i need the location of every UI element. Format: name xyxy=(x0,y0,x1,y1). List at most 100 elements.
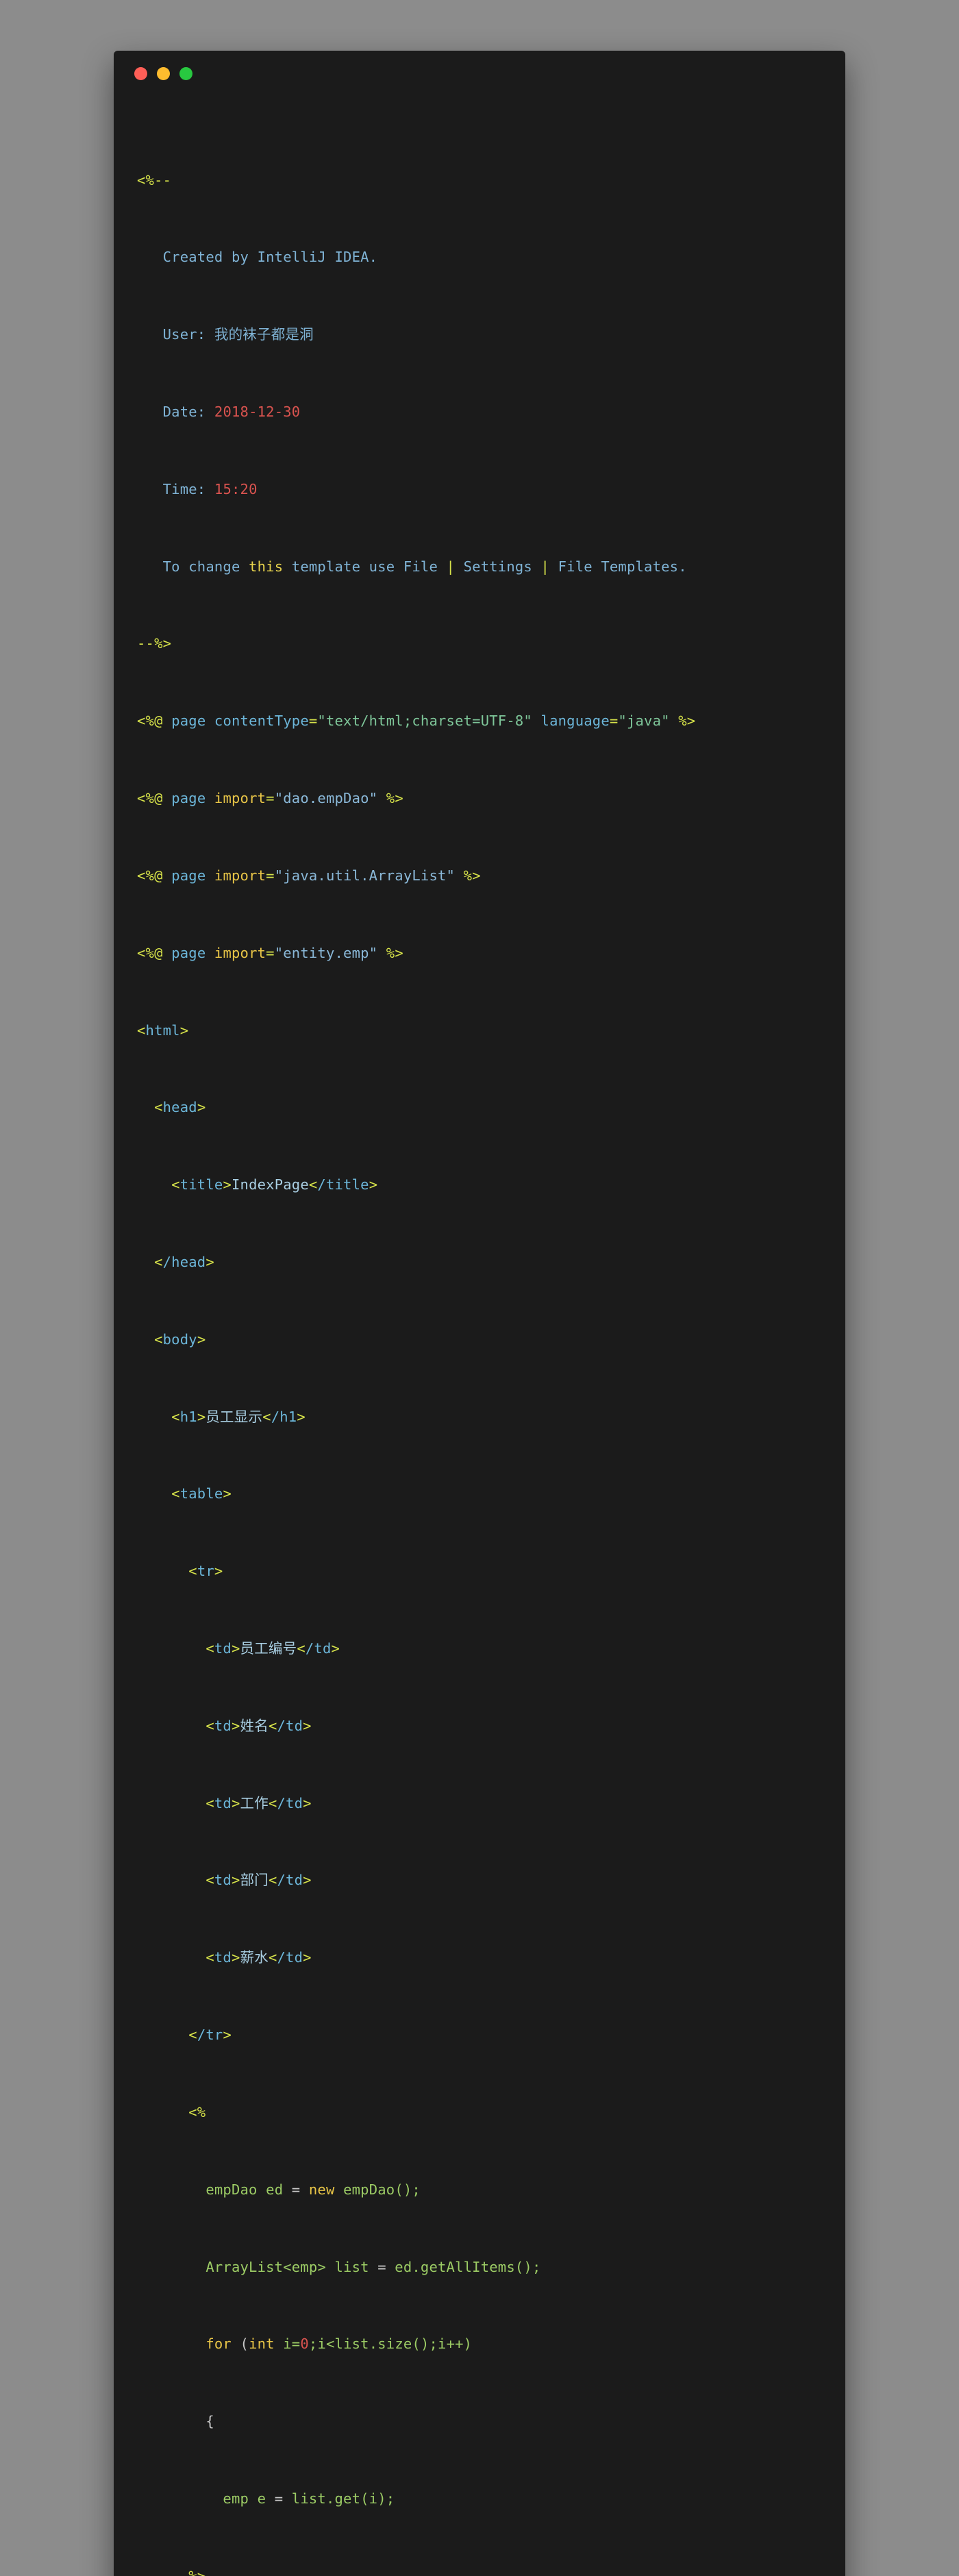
attr-language: language xyxy=(540,713,610,730)
directive-page-2: page xyxy=(171,790,206,807)
java-call-getallitems: ed.getAllItems(); xyxy=(395,2258,541,2275)
java-var-e: e xyxy=(257,2490,266,2507)
tag-html-open: html xyxy=(145,1021,180,1039)
h1-text: 员工显示 xyxy=(206,1408,263,1425)
code-line: User: 我的袜子都是洞 xyxy=(137,325,845,344)
directive-open-2: <%@ xyxy=(137,790,163,807)
java-type-empdao: empDao xyxy=(206,2181,258,2198)
code-line: <html> xyxy=(137,1021,189,1039)
page-root: <%-- Created by IntelliJ IDEA. User: 我的袜… xyxy=(0,0,959,2576)
tag-td-open: td xyxy=(214,1949,232,1966)
code-line: for (int i=0;i<list.size();i++) xyxy=(206,2336,473,2353)
code-line: <table> xyxy=(171,1485,232,1502)
comment-footer-b: template use File xyxy=(283,558,447,575)
code-line: emp e = list.get(i); xyxy=(223,2490,395,2507)
attr-contenttype: contentType xyxy=(214,713,309,730)
jsp-comment-close: --%> xyxy=(137,635,172,652)
attr-contenttype-value: "text/html;charset=UTF-8" xyxy=(317,713,532,730)
tag-td-open: td xyxy=(214,1640,232,1657)
code-line: </head> xyxy=(154,1253,214,1270)
header-cell-1: 姓名 xyxy=(240,1717,269,1734)
directive-open-3: <%@ xyxy=(137,867,163,884)
code-line: <head> xyxy=(154,1099,206,1116)
attr-import-1: import xyxy=(214,790,266,807)
tag-td-close: /td xyxy=(305,1640,332,1657)
tag-td-open: td xyxy=(214,1717,232,1734)
minimize-icon[interactable] xyxy=(157,66,170,80)
java-type-emp: emp xyxy=(223,2490,249,2507)
directive-page-3: page xyxy=(171,867,206,884)
code-line: <% xyxy=(137,2103,845,2122)
tag-h1-close: /h1 xyxy=(271,1408,297,1425)
java-for-i: i= xyxy=(283,2336,301,2353)
code-line: <%@ page import="dao.empDao" %> xyxy=(137,790,403,807)
code-line: <tr> xyxy=(188,1563,223,1580)
comment-footer-c: Settings xyxy=(455,558,541,575)
code-line: Created by IntelliJ IDEA. xyxy=(137,247,845,267)
directive-close-4: %> xyxy=(386,944,403,961)
tag-table-open: table xyxy=(179,1485,223,1502)
tag-td-close: /td xyxy=(277,1872,303,1889)
code-line: <%@ page import="entity.emp" %> xyxy=(137,944,403,961)
code-editor[interactable]: <%-- Created by IntelliJ IDEA. User: 我的袜… xyxy=(114,96,845,2576)
tag-head-open: head xyxy=(162,1099,197,1116)
table-header-cell: <td>薪水</td> xyxy=(206,1949,312,1966)
jsp-comment-open: <%-- xyxy=(137,171,172,188)
table-header-cell: <td>工作</td> xyxy=(206,1794,312,1811)
tag-title-open: title xyxy=(179,1176,223,1193)
maximize-icon[interactable] xyxy=(179,66,192,80)
code-line: ArrayList<emp> list = ed.getAllItems(); xyxy=(206,2258,541,2275)
java-var-list: list xyxy=(334,2258,369,2275)
window-titlebar xyxy=(114,51,845,96)
import-value-1: "dao.empDao" xyxy=(274,790,378,807)
directive-close-3: %> xyxy=(463,867,481,884)
comment-pipe-2: | xyxy=(540,558,550,575)
java-keyword-int: int xyxy=(249,2336,275,2353)
header-cell-4: 薪水 xyxy=(240,1949,269,1966)
code-line: </tr> xyxy=(188,2027,232,2044)
comment-date-value: 2018-12-30 xyxy=(214,404,301,421)
directive-open-1: <%@ xyxy=(137,713,163,730)
tag-tr-open-1: tr xyxy=(197,1563,214,1580)
scriptlet-open-1: <% xyxy=(188,2103,206,2120)
attr-import-3: import xyxy=(214,944,266,961)
title-text: IndexPage xyxy=(231,1176,309,1193)
code-line: <title>IndexPage</title> xyxy=(171,1176,378,1193)
comment-time-label: Time: xyxy=(162,480,206,497)
code-line: To change this template use File | Setti… xyxy=(137,557,845,576)
code-line: Date: 2018-12-30 xyxy=(137,402,845,421)
directive-page-1: page xyxy=(171,713,206,730)
tag-title-close: /title xyxy=(317,1176,369,1193)
code-line: --%> xyxy=(137,634,845,653)
scriptlet-close-1: %> xyxy=(188,2567,206,2576)
tag-td-close: /td xyxy=(277,1717,303,1734)
comment-footer-d: File Templates. xyxy=(549,558,687,575)
table-header-cell: <td>姓名</td> xyxy=(206,1717,312,1734)
code-window: <%-- Created by IntelliJ IDEA. User: 我的袜… xyxy=(114,51,845,2576)
attr-import-2: import xyxy=(214,867,266,884)
header-cell-3: 部门 xyxy=(240,1872,269,1889)
import-value-3: "entity.emp" xyxy=(274,944,378,961)
java-keyword-new: new xyxy=(308,2181,335,2198)
tag-td-close: /td xyxy=(277,1794,303,1811)
close-icon[interactable] xyxy=(134,66,147,80)
directive-open-4: <%@ xyxy=(137,944,163,961)
tag-td-close: /td xyxy=(277,1949,303,1966)
java-keyword-for: for xyxy=(206,2336,232,2353)
code-line: empDao ed = new empDao(); xyxy=(206,2181,421,2198)
comment-date-label: Date: xyxy=(162,404,206,421)
comment-keyword-this: this xyxy=(249,558,284,575)
attr-language-value: "java" xyxy=(618,713,670,730)
code-line: <%-- xyxy=(137,171,845,190)
table-header-cell: <td>员工编号</td> xyxy=(206,1640,340,1657)
header-cell-2: 工作 xyxy=(240,1794,269,1811)
code-line: <h1>员工显示</h1> xyxy=(171,1408,306,1425)
comment-pipe-1: | xyxy=(446,558,456,575)
comment-time-value: 15:20 xyxy=(214,480,258,497)
java-var-ed: ed xyxy=(266,2181,284,2198)
code-line: Time: 15:20 xyxy=(137,480,845,499)
directive-close-2: %> xyxy=(386,790,403,807)
directive-page-4: page xyxy=(171,944,206,961)
code-line: <body> xyxy=(154,1330,206,1348)
header-cell-0: 员工编号 xyxy=(240,1640,297,1657)
